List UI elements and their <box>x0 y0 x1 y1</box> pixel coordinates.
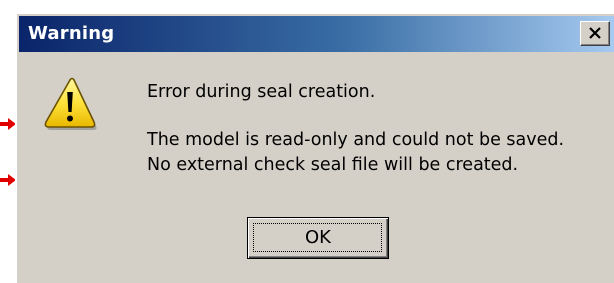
arrow-right-icon <box>0 118 16 130</box>
warning-dialog: Warning Error during seal creation. The <box>15 12 614 283</box>
screen: Warning Error during seal creation. The <box>0 0 614 283</box>
ok-button-label: OK <box>305 227 331 248</box>
dialog-title: Warning <box>28 23 115 44</box>
message-line-2: No external check seal file will be crea… <box>147 155 519 175</box>
close-button[interactable] <box>580 21 610 46</box>
close-icon <box>589 27 601 39</box>
title-bar[interactable]: Warning <box>19 16 614 52</box>
warning-icon <box>44 77 97 130</box>
arrow-right-icon <box>0 174 16 186</box>
ok-button[interactable]: OK <box>247 217 389 259</box>
message-line-1: The model is read-only and could not be … <box>147 130 565 150</box>
error-heading: Error during seal creation. <box>147 82 376 102</box>
